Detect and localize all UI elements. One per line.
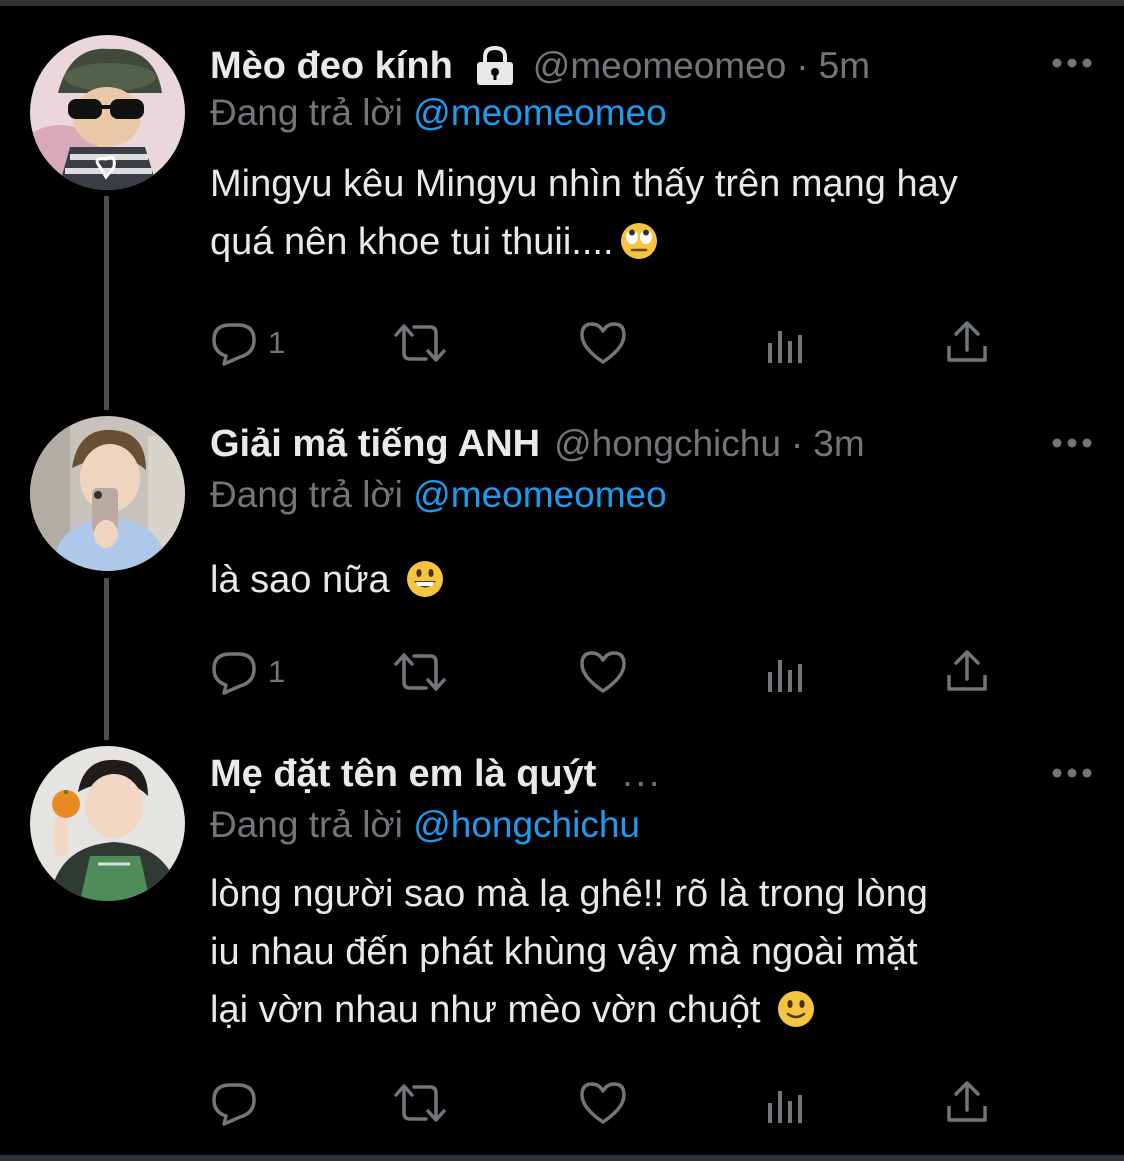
tweet-text: là sao nữa xyxy=(210,551,1090,609)
eye-roll-emoji xyxy=(620,223,657,259)
tweet-text-line: quá nên khoe tui thuii.... xyxy=(210,221,614,263)
analytics-icon xyxy=(768,331,802,363)
boy-holding-orange-avatar[interactable] xyxy=(30,746,185,901)
share-button[interactable] xyxy=(944,318,990,368)
tweet-header: Giải mã tiếng ANH @hongchichu · 3m xyxy=(210,416,1094,472)
analytics-button[interactable] xyxy=(766,318,806,368)
heart-icon xyxy=(580,1082,626,1124)
reply-count: 1 xyxy=(268,325,286,360)
mirror-selfie-avatar[interactable] xyxy=(30,416,185,571)
cat-with-sunglasses-avatar[interactable] xyxy=(30,35,185,190)
tweet-actions xyxy=(210,1078,1010,1128)
display-name[interactable]: Mèo đeo kính xyxy=(210,45,453,88)
lock-icon xyxy=(473,45,517,86)
reply-icon xyxy=(212,652,256,695)
like-button[interactable] xyxy=(578,647,628,697)
retweet-button[interactable] xyxy=(392,1078,448,1128)
share-button[interactable] xyxy=(944,1078,990,1128)
reply-icon xyxy=(212,323,256,366)
tweet-text-line: lại vờn nhau như mèo vờn chuột xyxy=(210,989,761,1031)
replying-to: Đang trả lời @hongchichu xyxy=(210,804,640,846)
analytics-icon xyxy=(768,1091,802,1123)
tweet-text-line: lòng người sao mà lạ ghê!! rõ là trong l… xyxy=(210,873,928,915)
separator-dot: · xyxy=(790,423,804,464)
replying-to: Đang trả lời @meomeomeo xyxy=(210,92,667,134)
share-icon xyxy=(947,1081,987,1122)
slight-smile-emoji xyxy=(778,991,815,1027)
tweet-text-line: iu nhau đến phát khùng vậy mà ngoài mặt xyxy=(210,931,918,973)
retweet-icon xyxy=(394,324,446,362)
timestamp[interactable]: 5m xyxy=(819,45,870,87)
share-button[interactable] xyxy=(944,647,990,697)
user-handle[interactable]: @hongchichu xyxy=(554,423,781,465)
heart-icon xyxy=(580,651,626,693)
reply-button[interactable] xyxy=(210,1078,258,1128)
name-truncation: ... xyxy=(622,753,663,794)
heart-icon xyxy=(580,322,626,364)
tweet-text-line: Mingyu kêu Mingyu nhìn thấy trên mạng ha… xyxy=(210,163,958,205)
tweet-actions: 1 xyxy=(210,647,1010,697)
retweet-button[interactable] xyxy=(392,318,448,368)
reply-count: 1 xyxy=(268,654,286,689)
more-options-icon[interactable] xyxy=(1050,763,1094,783)
replying-to-label: Đang trả lời xyxy=(210,474,403,515)
more-options-icon[interactable] xyxy=(1050,53,1094,73)
analytics-icon xyxy=(768,660,802,692)
retweet-button[interactable] xyxy=(392,647,448,697)
analytics-button[interactable] xyxy=(766,647,806,697)
separator-dot: · xyxy=(796,45,809,86)
tweet-header: Mẹ đặt tên em là quýt ... xyxy=(210,746,1094,802)
share-icon xyxy=(947,321,987,362)
thread-connector xyxy=(104,578,109,740)
tweet-text-line: là sao nữa xyxy=(210,559,390,601)
reply-icon xyxy=(212,1083,256,1126)
thread-connector xyxy=(104,196,109,410)
display-name[interactable]: Giải mã tiếng ANH xyxy=(210,423,540,466)
reply-button[interactable]: 1 xyxy=(210,647,285,697)
mention-link[interactable]: @hongchichu xyxy=(413,804,640,845)
tweet-text: Mingyu kêu Mingyu nhìn thấy trên mạng ha… xyxy=(210,155,1090,271)
top-divider xyxy=(0,0,1124,6)
tweet-actions: 1 xyxy=(210,318,1010,368)
bottom-divider xyxy=(0,1155,1124,1161)
share-icon xyxy=(947,650,987,691)
tweet-text: lòng người sao mà lạ ghê!! rõ là trong l… xyxy=(210,865,1090,1039)
display-name[interactable]: Mẹ đặt tên em là quýt xyxy=(210,753,596,796)
grinning-emoji xyxy=(407,561,444,597)
retweet-icon xyxy=(394,1084,446,1122)
tweet-header: Mèo đeo kính @meomeomeo · 5m xyxy=(210,38,1094,94)
mention-link[interactable]: @meomeomeo xyxy=(413,474,667,515)
replying-to-label: Đang trả lời xyxy=(210,804,403,845)
like-button[interactable] xyxy=(578,1078,628,1128)
replying-to-label: Đang trả lời xyxy=(210,92,403,133)
user-handle[interactable]: @meomeomeo xyxy=(533,45,787,87)
analytics-button[interactable] xyxy=(766,1078,806,1128)
mention-link[interactable]: @meomeomeo xyxy=(413,92,667,133)
reply-button[interactable]: 1 xyxy=(210,318,285,368)
replying-to: Đang trả lời @meomeomeo xyxy=(210,474,667,516)
timestamp[interactable]: 3m xyxy=(813,423,864,465)
retweet-icon xyxy=(394,653,446,691)
like-button[interactable] xyxy=(578,318,628,368)
more-options-icon[interactable] xyxy=(1050,433,1094,453)
